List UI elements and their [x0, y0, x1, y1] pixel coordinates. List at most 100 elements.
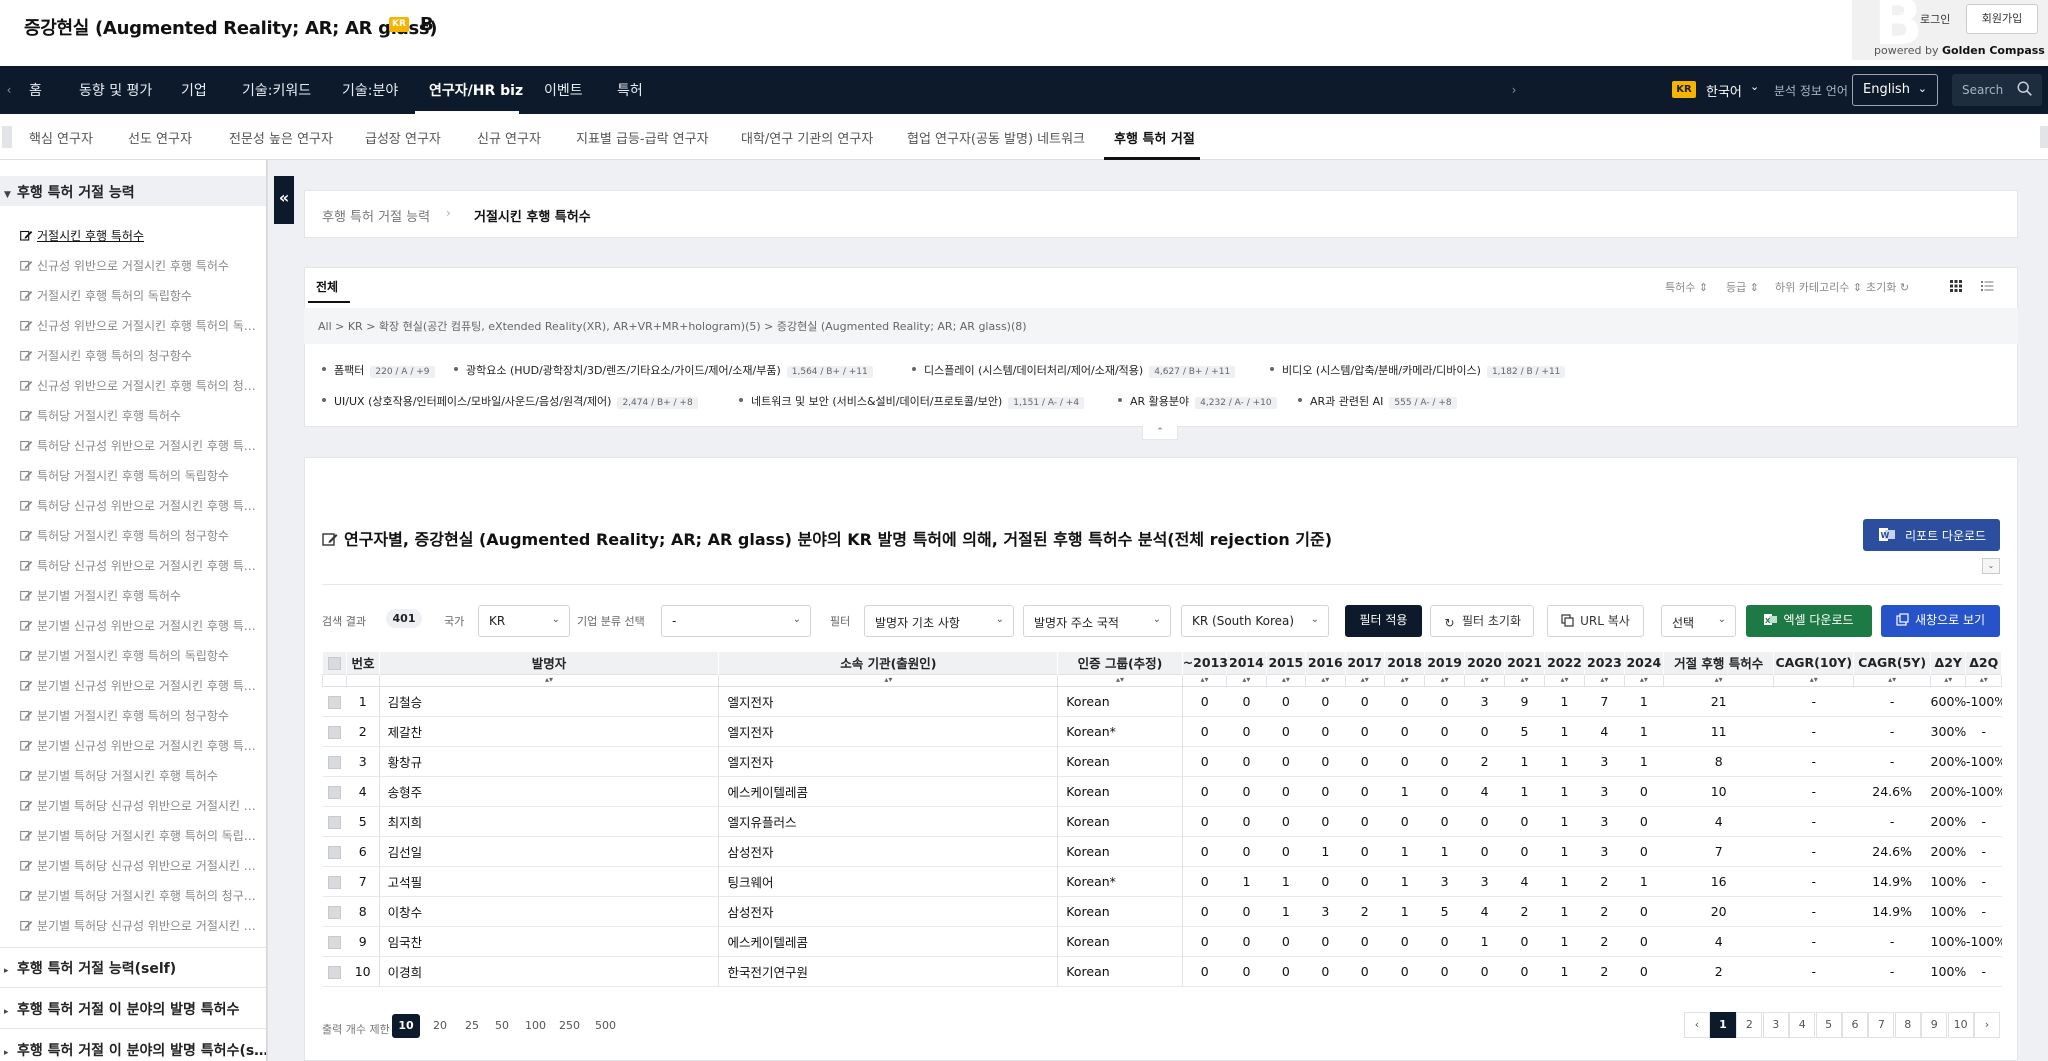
tab-expert-researcher[interactable]: 전문성 높은 연구자 [229, 128, 333, 147]
company-class-select[interactable]: - ⌄ [661, 605, 811, 637]
page-button[interactable]: 6 [1842, 1012, 1868, 1038]
sort-grade[interactable]: 등급 ⇕ [1726, 279, 1759, 295]
sidebar-item[interactable]: 신규성 위반으로 거절시킨 후행 특허의 독… [20, 317, 256, 334]
row-checkbox[interactable] [322, 926, 347, 957]
row-checkbox[interactable] [322, 896, 347, 927]
search-icon[interactable] [2016, 80, 2034, 98]
row-checkbox[interactable] [322, 806, 347, 837]
sidebar-item[interactable]: 분기별 신규성 위반으로 거절시킨 후행 특… [20, 737, 256, 754]
per-page-option[interactable]: 250 [554, 1014, 585, 1038]
sort-patent-count[interactable]: 특허수 ⇕ [1665, 279, 1708, 295]
subnav-scroll-right[interactable] [2040, 126, 2048, 148]
sidebar-group-self[interactable]: ▸ 후행 특허 거절 능력(self) [4, 958, 176, 978]
category-chip[interactable]: 폼팩터 220 / A / +9 [322, 362, 435, 378]
sidebar-item[interactable]: 신규성 위반으로 거절시킨 후행 특허의 청… [20, 377, 256, 394]
column-header[interactable]: CAGR(5Y) [1853, 652, 1932, 674]
reset-sort[interactable]: 초기화 ↻ [1866, 279, 1909, 295]
sort-icon[interactable]: ▴▾ [1057, 673, 1183, 687]
table-row[interactable]: 9 임국찬 에스케이텔레콤 Korean 0 0 0 0 0 0 0 1 0 1 2 0 4- -100% -100… [322, 926, 2002, 957]
excel-download-button[interactable]: X 엑셀 다운로드 [1746, 605, 1872, 637]
per-page-option[interactable]: 500 [590, 1014, 621, 1038]
sidebar-collapse-button[interactable]: « [274, 176, 294, 224]
category-chip[interactable]: UI/UX (상호작용/인터페이스/모바일/사운드/음성/원격/제어) 2,474… [322, 393, 698, 409]
row-checkbox[interactable] [322, 866, 347, 897]
page-button[interactable]: 3 [1762, 1012, 1789, 1038]
sidebar-group-field-count-self[interactable]: ▸ 후행 특허 거절 이 분야의 발명 특허수(s… [4, 1040, 267, 1060]
inventor-name[interactable]: 고석필 [378, 866, 719, 897]
inventor-name[interactable]: 송형주 [378, 776, 719, 807]
column-header[interactable]: 인증 그룹(추정) [1057, 652, 1183, 674]
nav-item-researcher[interactable]: 연구자/HR biz [429, 80, 523, 100]
sidebar-group-rejection[interactable]: ▼ 후행 특허 거절 능력 [4, 182, 135, 202]
chevron-left-icon[interactable]: ‹ [1684, 1012, 1710, 1038]
nav-item-tech-field[interactable]: 기술:분야 [342, 80, 398, 100]
sort-icon[interactable]: ▴▾ [1383, 673, 1426, 687]
sidebar-item[interactable]: 분기별 특허당 신규성 위반으로 거절시킨 … [20, 857, 256, 874]
column-header[interactable]: 2019 [1424, 652, 1465, 674]
chevron-down-icon[interactable]: ⌄ [1982, 558, 2000, 574]
sidebar-item[interactable]: 특허당 거절시킨 후행 특허수 [20, 407, 256, 424]
checkbox-icon[interactable] [328, 725, 342, 739]
sidebar-scrollbar[interactable] [266, 160, 267, 1061]
column-header[interactable]: Δ2Y [1930, 652, 1967, 674]
sidebar-item[interactable]: 특허당 거절시킨 후행 특허의 독립항수 [20, 467, 256, 484]
row-checkbox[interactable] [322, 686, 347, 717]
tab-core-researcher[interactable]: 핵심 연구자 [29, 128, 93, 147]
sidebar-item[interactable]: 거절시킨 후행 특허의 독립항수 [20, 287, 256, 304]
language-selector[interactable]: 한국어 [1706, 81, 1742, 100]
page-button[interactable]: 1 [1710, 1012, 1736, 1038]
table-row[interactable]: 3황창규엘지전자Korean0000000211318--200%-100% [322, 746, 2002, 777]
column-header[interactable]: 번호 [346, 652, 380, 674]
search-input[interactable]: Search [1952, 74, 2042, 106]
sort-icon[interactable]: ▴▾ [1504, 673, 1545, 687]
category-chip[interactable]: 네트워크 및 보안 (서비스&설비/데이터/프로토콜/보안) 1,151 / A-… [739, 393, 1085, 409]
choose-select[interactable]: 선택 ⌄ [1661, 605, 1736, 637]
per-page-option[interactable]: 10 [392, 1014, 420, 1038]
table-row[interactable]: 7 고석필 팅크웨어 Korean* 0 1 1 0 0 1 3 3 4 1 2 1 16-14.9% 100% - [322, 866, 2002, 897]
tab-new-researcher[interactable]: 신규 연구자 [477, 128, 541, 147]
column-header[interactable]: 거절 후행 특허수 [1663, 652, 1775, 674]
column-header[interactable]: 2024 [1624, 652, 1665, 674]
sidebar-item[interactable]: 특허당 거절시킨 후행 특허의 청구항수 [20, 527, 256, 544]
tab-patent-rejection[interactable]: 후행 특허 거절 [1114, 128, 1195, 147]
row-checkbox[interactable] [322, 746, 347, 777]
row-checkbox[interactable] [322, 836, 347, 867]
column-header[interactable]: 2022 [1544, 652, 1586, 674]
sidebar-item[interactable]: 분기별 특허당 거절시킨 후행 특허의 청구… [20, 887, 256, 904]
chevron-up-icon[interactable]: ⌃ [1142, 426, 1178, 440]
tab-leading-researcher[interactable]: 선도 연구자 [128, 128, 192, 147]
category-chip[interactable]: AR과 관련된 AI 555 / A- / +8 [1298, 393, 1457, 409]
category-chip[interactable]: AR 활용분야 4,232 / A- / +10 [1118, 393, 1277, 409]
sort-icon[interactable]: ▴▾ [1930, 673, 1967, 687]
tab-university-researcher[interactable]: 대학/연구 기관의 연구자 [741, 128, 873, 147]
page-button[interactable]: 10 [1947, 1012, 1974, 1038]
subnav-scroll-left[interactable] [2, 126, 12, 148]
page-button[interactable]: 7 [1868, 1012, 1895, 1038]
list-view-icon[interactable] [1980, 279, 1994, 293]
column-header[interactable]: 2017 [1345, 652, 1385, 674]
sort-icon[interactable]: ▴▾ [1463, 673, 1506, 687]
checkbox-icon[interactable] [328, 845, 342, 859]
sort-icon[interactable]: ▴▾ [1226, 673, 1267, 687]
tab-rising-researcher[interactable]: 급성장 연구자 [365, 128, 441, 147]
nav-item-trends[interactable]: 동향 및 평가 [79, 80, 152, 100]
sort-icon[interactable]: ▴▾ [1853, 673, 1932, 687]
page-button[interactable]: 2 [1736, 1012, 1763, 1038]
nav-scroll-left-icon[interactable]: ‹ [2, 82, 16, 98]
sort-icon[interactable]: ▴▾ [1623, 673, 1665, 687]
tab-collab-network[interactable]: 협업 연구자(공동 발명) 네트워크 [907, 128, 1085, 147]
sort-icon[interactable]: ▴▾ [378, 673, 720, 687]
table-row[interactable]: 5 최지희 엘지유플러스 Korean 0 0 0 0 0 0 0 0 0 1 3 0 4- -200% - [322, 806, 2002, 837]
signup-button[interactable]: 회원가입 [1966, 4, 2038, 34]
sort-icon[interactable]: ▴▾ [718, 673, 1059, 687]
checkbox-icon[interactable] [328, 905, 342, 919]
checkbox-icon[interactable] [328, 695, 342, 709]
sidebar-item[interactable]: 거절시킨 후행 특허의 청구항수 [20, 347, 256, 364]
column-header[interactable]: 2021 [1504, 652, 1545, 674]
column-header[interactable]: 2018 [1384, 652, 1426, 674]
sidebar-item[interactable]: 분기별 특허당 거절시킨 후행 특허의 독립… [20, 827, 256, 844]
inventor-name[interactable]: 김선일 [378, 836, 719, 867]
grid-view-icon[interactable] [1949, 279, 1963, 293]
affiliation[interactable]: 삼성전자 [718, 836, 1058, 867]
nav-item-company[interactable]: 기업 [181, 80, 207, 100]
